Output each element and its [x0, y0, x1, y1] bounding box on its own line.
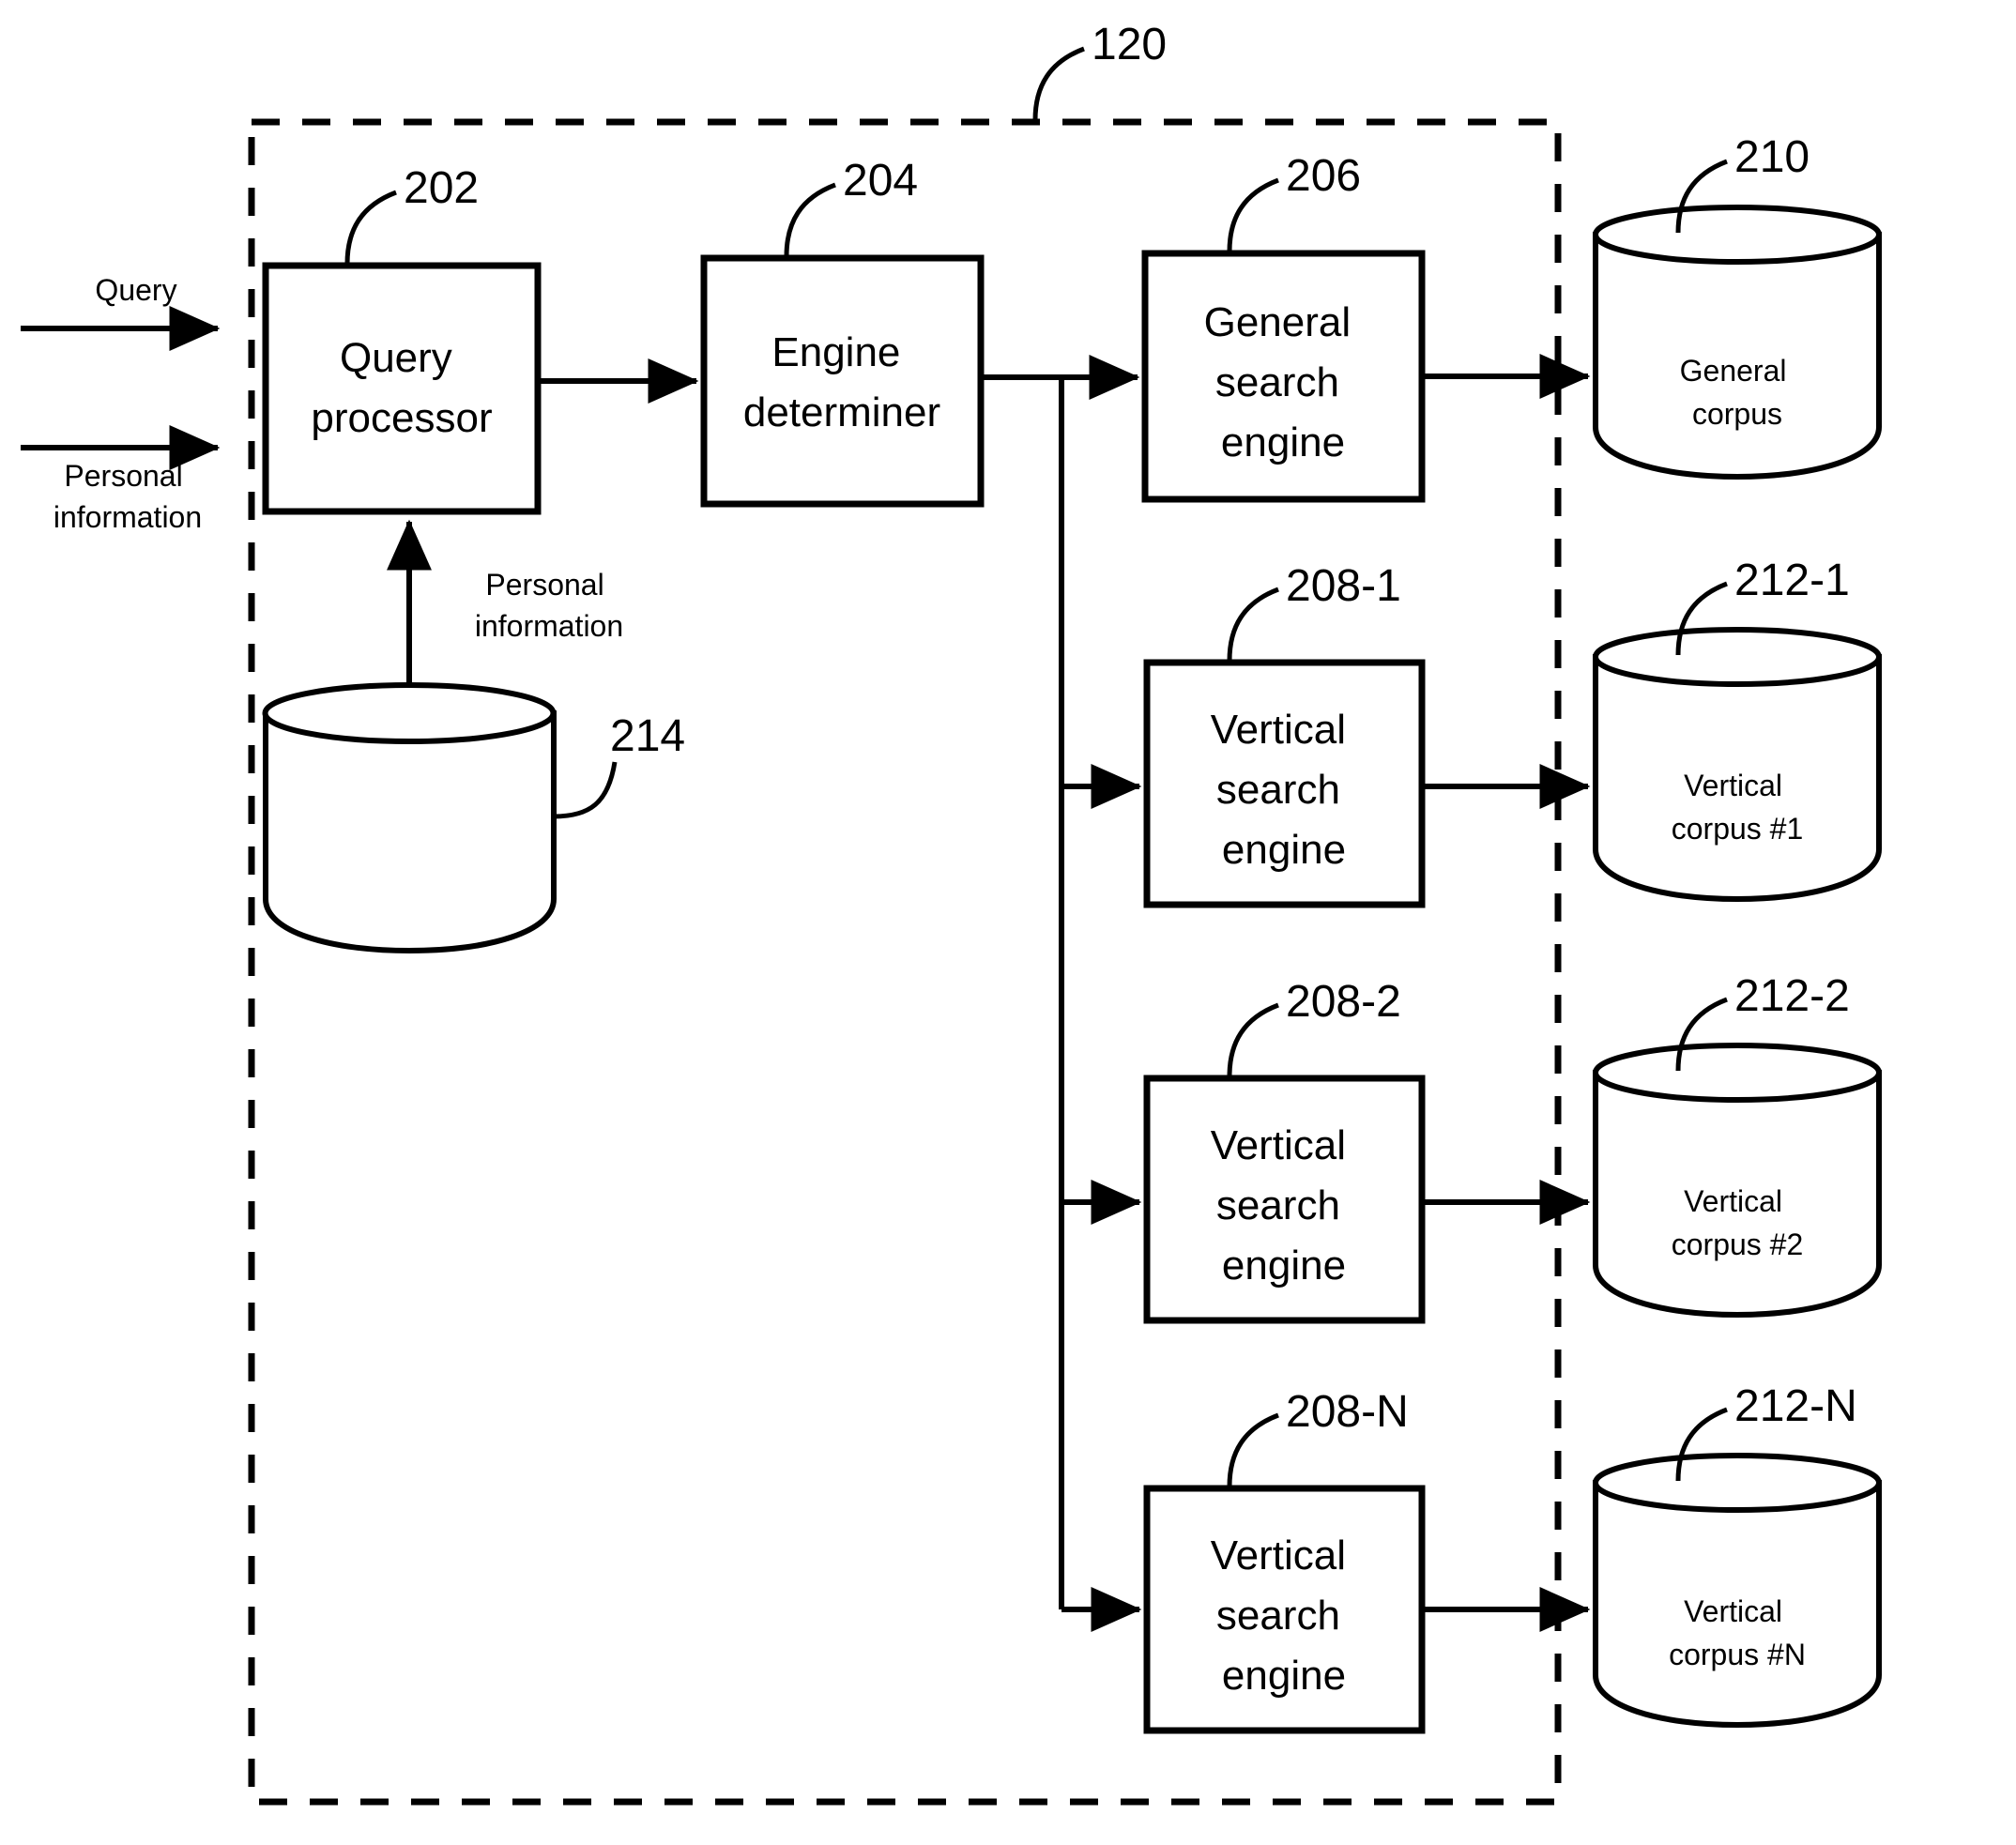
personal-information-input-label: Personal information — [53, 459, 202, 534]
ref-number-208-1: 208-1 — [1286, 561, 1401, 611]
ref-number-204: 204 — [843, 156, 918, 206]
ref-leader-202 — [344, 190, 397, 265]
ref-number-202: 202 — [404, 163, 479, 213]
ref-number-214: 214 — [610, 711, 685, 761]
box-vertical-search-engine-2-label: Vertical search engine — [1211, 1122, 1358, 1288]
ref-leader-214 — [553, 761, 618, 819]
ref-leader-204 — [784, 182, 836, 257]
ref-leader-208-n — [1227, 1412, 1279, 1487]
internal-personal-information-label: Personal information — [475, 568, 623, 643]
cylinder-vertical-corpus-n[interactable] — [1593, 1453, 1882, 1729]
ref-leader-120 — [1032, 46, 1085, 121]
ref-number-208-n: 208-N — [1286, 1387, 1409, 1437]
ref-leader-208-2 — [1227, 1002, 1279, 1077]
ref-leader-208-1 — [1227, 587, 1279, 662]
query-input-label: Query — [95, 273, 176, 307]
box-engine-determiner[interactable] — [700, 254, 985, 508]
box-query-processor[interactable] — [262, 262, 542, 515]
box-vertical-search-engine-n-label: Vertical search engine — [1211, 1532, 1358, 1699]
patent-figure: 120 Query Personal information Query pro… — [0, 0, 2016, 1845]
engine-determiner-branch-bus — [981, 374, 1064, 1609]
cylinder-vertical-corpus-2[interactable] — [1593, 1043, 1882, 1319]
box-general-search-engine-label: General search engine — [1204, 299, 1363, 465]
ref-leader-206 — [1227, 177, 1279, 252]
box-vertical-search-engine-1-label: Vertical search engine — [1211, 707, 1358, 873]
cylinder-personal-information-store[interactable] — [262, 682, 557, 954]
cylinder-general-corpus[interactable] — [1593, 205, 1882, 480]
ref-number-210: 210 — [1734, 132, 1810, 182]
ref-number-206: 206 — [1286, 151, 1361, 201]
ref-number-120: 120 — [1092, 20, 1167, 69]
cylinder-vertical-corpus-1[interactable] — [1593, 627, 1882, 903]
ref-number-212-2: 212-2 — [1734, 971, 1850, 1021]
ref-number-208-2: 208-2 — [1286, 977, 1401, 1027]
ref-number-212-1: 212-1 — [1734, 556, 1850, 605]
ref-number-212-n: 212-N — [1734, 1381, 1857, 1431]
